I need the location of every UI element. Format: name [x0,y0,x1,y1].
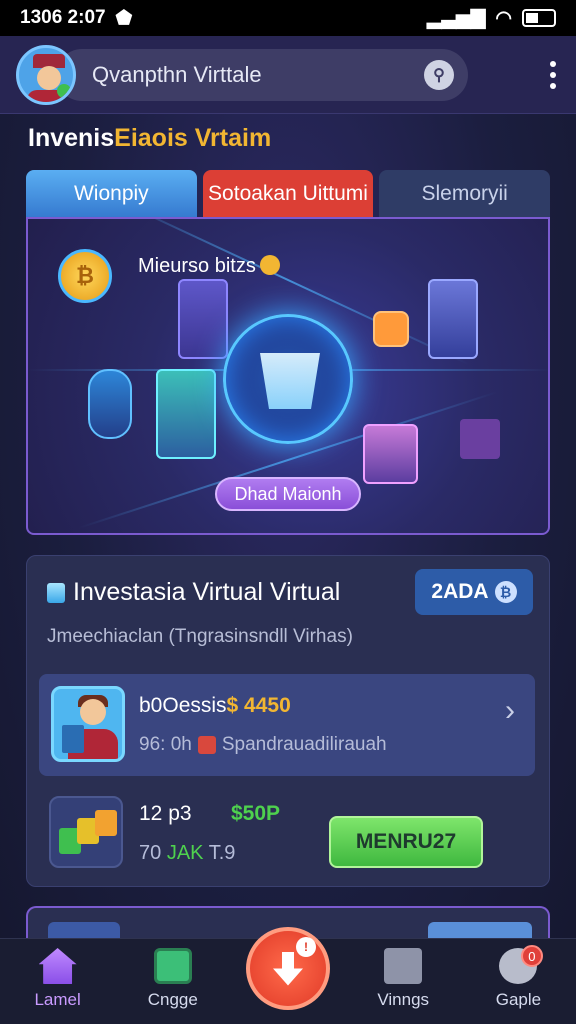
list-item-amount: $ 4450 [226,694,291,717]
tab-2[interactable]: Sotoakan Uittumi [202,170,374,218]
download-icon [273,951,303,986]
shield-hub-icon [223,314,353,444]
list-item-title-text: b0Oessis [139,694,227,717]
nav-label-gaple: Gaple [495,990,542,1009]
row-value: $50P [231,802,281,825]
nav-item-center[interactable]: ! [230,927,345,1024]
row-subtitle: 70 JAK T.9 [139,842,235,865]
box-icon [460,419,500,459]
tablet-icon [156,369,216,459]
notification-badge: 0 [520,945,543,967]
notification-icon: ⬟ [115,7,133,29]
nav-item-home[interactable]: Lamel [0,939,115,1024]
row-number: 12 p3 [139,802,192,825]
investment-card: Investasia Virtual Virtual 2ADA ₿ Jmeech… [26,555,550,887]
list-item[interactable]: b0Oessis$ 4450 96: 0h Spandrauadilirauah… [39,674,535,776]
signal-icon: ▂▃▅▇ [426,7,486,29]
list-item-time: 96: 0h [139,734,192,755]
hero-banner: ₿ Mieurso bitzs Dhad Maionh [26,217,550,535]
avatar[interactable] [16,44,76,105]
tab-3[interactable]: Slemoryii [379,170,551,218]
star-icon [259,255,280,275]
nav-item-vinngs[interactable]: Vinngs [346,939,461,1024]
bottom-navigation: Lamel Cngge ! Vinngs 0 Gaple [0,927,576,1024]
currency-icon: ₿ [494,581,517,603]
section-title: InvenisEiaois Vrtaim [28,124,271,153]
server-icon [178,279,228,359]
list-item: 12 p3 $50P 70 JAK T.9 MENRU27 [39,788,535,878]
camera-icon [373,311,409,347]
home-icon [38,948,77,984]
cube-icon [363,424,418,484]
row-sub-suffix: T.9 [208,842,236,864]
monitor-icon [428,279,478,359]
battery-icon [522,9,556,27]
document-icon [153,948,192,984]
coin-icon: ₿ [58,249,112,303]
phone-icon [88,369,132,439]
download-button[interactable]: ! [246,927,330,1010]
card-subtitle: Jmeechiaclan (Tngrasinsndll Virhas) [47,626,353,647]
row-sub-green: JAK [166,842,204,864]
card-title: Investasia Virtual Virtual [73,578,341,606]
list-item-desc: Spandrauadilirauah [221,734,387,755]
status-bar: 1306 2:07 ⬟ ▂▃▅▇ ◠ [0,0,576,36]
list-item-title: b0Oessis$ 4450 [139,694,291,718]
section-title-highlight: Eiaois Vrtaim [114,124,272,152]
nav-item-gaple[interactable]: 0 Gaple [461,939,576,1024]
nav-label-vinngs: Vinngs [377,990,430,1009]
notification-badge: ! [296,937,316,957]
section-title-main: Invenis [28,124,115,152]
search-icon[interactable]: ⚲ [424,59,454,90]
nav-label-home: Lamel [34,990,81,1009]
document-icon [47,582,65,603]
card-badge-label: 2ADA [431,580,489,603]
nav-label-cngge: Cngge [147,990,198,1009]
card-header: Investasia Virtual Virtual [47,578,340,607]
tools-icon [384,948,423,984]
more-options-icon[interactable] [546,55,560,95]
row-sub-prefix: 70 [139,842,162,864]
status-time: 1306 2:07 [20,7,106,28]
wifi-icon: ◠ [495,7,512,29]
tab-1[interactable]: Wionpiy [26,170,197,218]
search-bar[interactable]: Qvanpthn Virttale ⚲ [56,48,468,101]
hero-label-text: Mieurso bitzs [138,255,256,277]
top-app-bar: Qvanpthn Virttale ⚲ [0,36,576,114]
nav-item-cngge[interactable]: Cngge [115,939,230,1024]
hero-label: Mieurso bitzs [138,255,280,278]
chevron-right-icon[interactable]: › [505,694,515,728]
avatar [51,686,125,762]
list-item-subtitle: 96: 0h Spandrauadilirauah [139,734,387,756]
card-badge-button[interactable]: 2ADA ₿ [415,569,533,615]
search-text: Qvanpthn Virttale [92,61,262,87]
menu-button[interactable]: MENRU27 [329,816,483,868]
cubes-thumbnail [49,796,123,868]
tab-bar: Wionpiy Sotoakan Uittumi Slemoryii [26,170,551,218]
tag-icon [197,736,216,754]
hero-button[interactable]: Dhad Maionh [215,477,361,511]
